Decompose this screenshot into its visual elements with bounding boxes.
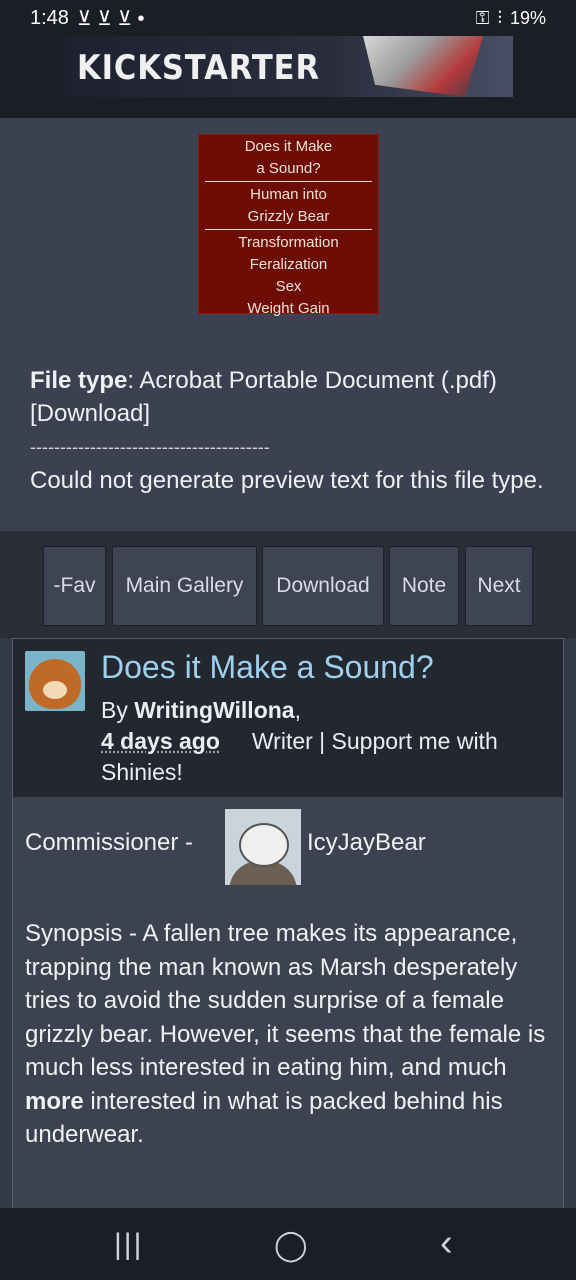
thumb-line: Does it Make (244, 138, 333, 155)
thumb-line: a Sound? (256, 160, 321, 177)
submission-thumbnail[interactable]: Does it Make a Sound? Human into Grizzly… (198, 134, 379, 317)
banner-artwork (363, 36, 483, 97)
clock: 1:48 (30, 6, 69, 29)
submission-title: Does it Make a Sound? (101, 649, 434, 685)
system-nav-bar: ||| ◯ ‹ (0, 1208, 576, 1280)
submission-card: Does it Make a Sound? By WritingWillona,… (12, 638, 564, 1238)
submission-preview: Does it Make a Sound? Human into Grizzly… (0, 118, 576, 531)
thumb-line: Sex (275, 278, 302, 295)
thumb-line: Grizzly Bear (247, 208, 330, 225)
by-label: By (101, 697, 135, 723)
battery-level: 19% (509, 7, 546, 28)
author-name[interactable]: WritingWillona (134, 697, 294, 723)
file-type-value: : Acrobat Portable Document (.pdf) (127, 367, 497, 394)
submission-header: Does it Make a Sound? By WritingWillona,… (13, 639, 563, 797)
thumb-divider (205, 181, 372, 182)
recent-apps-icon[interactable]: ||| (114, 1228, 143, 1262)
separator: ---------------------------------------- (30, 437, 270, 457)
status-bar: 1:48 ⊻ ⊻ ⊻ • ⚿ ⫶ 19% (0, 0, 576, 36)
thumb-divider (205, 229, 372, 230)
file-info: File type: Acrobat Portable Document (.p… (30, 364, 550, 497)
synopsis-start: Synopsis - A fallen tree makes its appea… (25, 920, 546, 1081)
commissioner-row: Commissioner - IcyJayBear (25, 809, 555, 885)
commissioner-label: Commissioner - (25, 829, 194, 856)
post-date: 4 days ago (101, 728, 220, 754)
notification-icons: ⊻ ⊻ ⊻ • (76, 7, 145, 30)
avatar-muzzle (43, 681, 67, 699)
thumb-line: Human into (250, 186, 327, 203)
banner-text: KICKSTARTER (77, 48, 320, 88)
thumb-line: Weight Gain (247, 300, 330, 317)
commissioner-avatar-face (239, 823, 289, 867)
note-button[interactable]: Note (389, 546, 459, 626)
download-button[interactable]: Download (262, 546, 384, 626)
synopsis-emphasis: more (25, 1087, 84, 1115)
kickstarter-banner[interactable]: KICKSTARTER (63, 36, 513, 97)
commissioner-name[interactable]: IcyJayBear (307, 829, 426, 857)
back-icon[interactable]: ‹ (440, 1222, 453, 1265)
next-button[interactable]: Next (465, 546, 533, 626)
author-line: By WritingWillona, 4 days ago Writer | Su… (101, 697, 498, 785)
commissioner-avatar[interactable] (225, 809, 301, 885)
action-buttons: -Fav Main Gallery Download Note Next (0, 531, 576, 638)
preview-note: Could not generate preview text for this… (30, 467, 544, 494)
thumb-line: Transformation (238, 234, 339, 251)
banner-area: KICKSTARTER (0, 36, 576, 118)
wifi-signal-icon: ⫶ (497, 7, 502, 28)
unfav-button[interactable]: -Fav (43, 546, 106, 626)
synopsis-text: Synopsis - A fallen tree makes its appea… (25, 917, 555, 1152)
synopsis-end: interested in what is packed behind his … (25, 1087, 503, 1149)
author-avatar[interactable] (25, 651, 85, 711)
download-link[interactable]: [Download] (30, 397, 550, 430)
key-icon: ⚿ (475, 7, 490, 28)
main-gallery-button[interactable]: Main Gallery (112, 546, 257, 626)
file-type-label: File type (30, 367, 128, 394)
thumb-line: Feralization (249, 256, 328, 273)
home-icon[interactable]: ◯ (274, 1228, 308, 1263)
